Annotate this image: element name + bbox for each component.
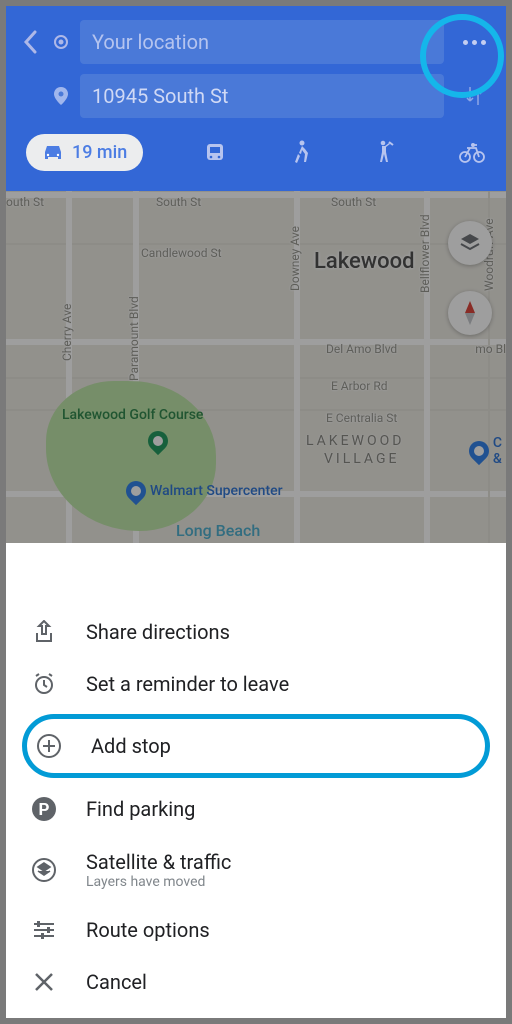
menu-addstop-label: Add stop <box>91 734 171 758</box>
more-options-button[interactable] <box>454 40 494 45</box>
menu-route-options[interactable]: Route options <box>6 904 506 956</box>
origin-field[interactable]: Your location <box>80 20 444 64</box>
svg-text:P: P <box>39 800 50 820</box>
mode-walking[interactable] <box>287 140 315 166</box>
menu-cancel[interactable]: Cancel <box>6 956 506 1008</box>
travel-modes: 19 min <box>18 128 494 185</box>
menu-route-label: Route options <box>86 918 210 942</box>
swap-button[interactable] <box>454 85 494 107</box>
menu-set-reminder[interactable]: Set a reminder to leave <box>6 658 506 710</box>
menu-reminder-label: Set a reminder to leave <box>86 672 289 696</box>
share-icon <box>30 620 58 644</box>
close-icon <box>30 972 58 992</box>
options-sheet: Share directions Set a reminder to leave… <box>6 588 506 1018</box>
layers-icon <box>30 857 58 883</box>
menu-add-stop[interactable]: Add stop <box>27 719 485 773</box>
parking-icon: P <box>30 796 58 822</box>
back-button[interactable] <box>18 30 42 54</box>
mode-driving[interactable]: 19 min <box>26 134 143 171</box>
mode-cycling[interactable] <box>458 143 486 163</box>
add-stop-icon <box>35 733 63 759</box>
destination-field[interactable]: 10945 South St <box>80 74 444 118</box>
map-dim-overlay <box>6 191 506 543</box>
alarm-icon <box>30 672 58 696</box>
menu-satellite-label: Satellite & traffic <box>86 850 231 874</box>
menu-cancel-label: Cancel <box>86 970 147 994</box>
menu-parking-label: Find parking <box>86 797 195 821</box>
menu-find-parking[interactable]: P Find parking <box>6 782 506 836</box>
mode-transit[interactable] <box>201 142 229 164</box>
annotation-highlight-addstop: Add stop <box>22 714 490 778</box>
menu-share-directions[interactable]: Share directions <box>6 606 506 658</box>
directions-header: Your location 10945 South St 19 min <box>6 6 506 191</box>
destination-icon <box>52 87 70 105</box>
mode-rideshare[interactable] <box>372 140 400 166</box>
app-screen: Your location 10945 South St 19 min <box>0 0 512 1024</box>
sliders-icon <box>30 920 58 940</box>
menu-satellite-sublabel: Layers have moved <box>86 874 231 890</box>
origin-icon <box>52 34 70 50</box>
menu-satellite-traffic[interactable]: Satellite & traffic Layers have moved <box>6 836 506 904</box>
drive-time-label: 19 min <box>72 142 127 163</box>
menu-share-label: Share directions <box>86 620 230 644</box>
map-area[interactable]: outh St South St South St Candlewood St … <box>6 191 506 543</box>
